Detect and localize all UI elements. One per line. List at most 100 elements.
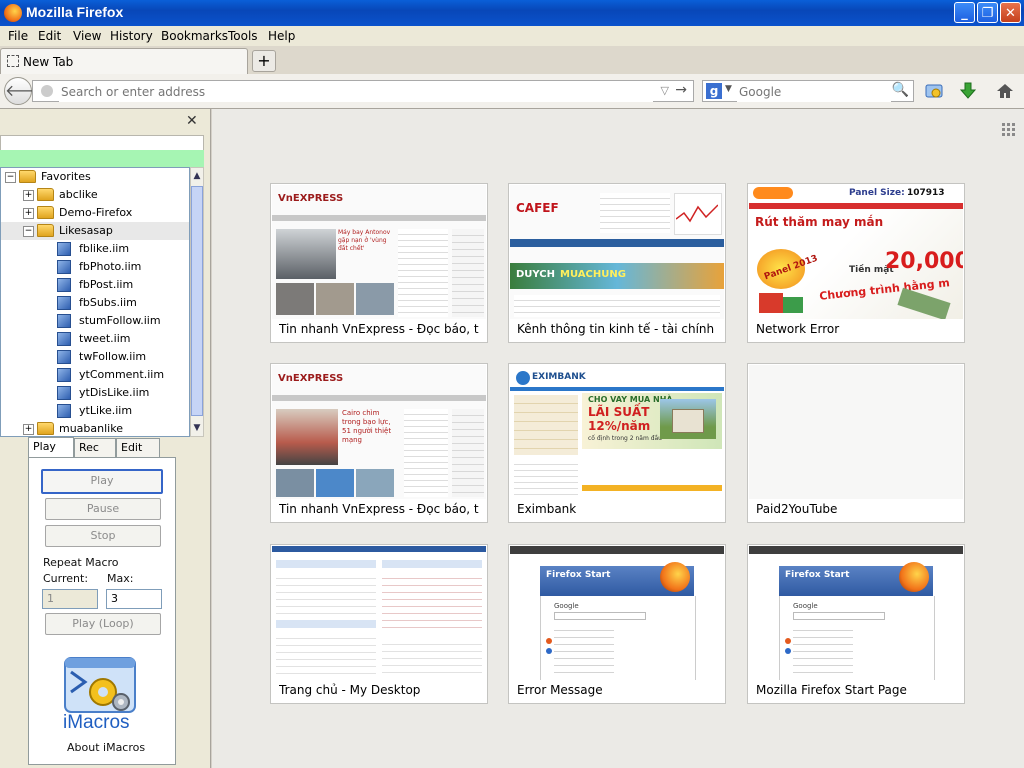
menu-history[interactable]: History: [110, 29, 153, 43]
minimize-button[interactable]: _: [954, 2, 975, 23]
expand-icon[interactable]: +: [23, 208, 34, 219]
search-icon[interactable]: 🔍: [892, 82, 909, 98]
tile-firefox-start[interactable]: Firefox Start Google Mozilla Firefox Sta…: [747, 544, 965, 704]
tile-vnexpress-2[interactable]: VnEXPRESS Cairo chìm trong bạo lực, 51 n…: [270, 363, 488, 523]
play-loop-button[interactable]: Play (Loop): [45, 613, 161, 635]
tab-rec[interactable]: Rec: [74, 438, 116, 457]
tree-macro-file[interactable]: stumFollow.iim: [1, 312, 189, 330]
back-button[interactable]: 🡐: [4, 77, 48, 105]
tree-macro-file[interactable]: twFollow.iim: [1, 348, 189, 366]
imacros-sidebar: ✕ − Favorites + abclike + Demo-Firefox − Likesa…: [0, 109, 211, 768]
tile-thumbnail: [749, 365, 963, 499]
imacros-toolbar-icon[interactable]: [924, 82, 944, 100]
tree-macro-file[interactable]: fbPost.iim: [1, 276, 189, 294]
tree-macro-file[interactable]: tweet.iim: [1, 330, 189, 348]
tree-macro-file[interactable]: ytComment.iim: [1, 366, 189, 384]
tree-macro-file[interactable]: fbSubs.iim: [1, 294, 189, 312]
max-field[interactable]: 3: [106, 589, 162, 609]
scroll-down-arrow[interactable]: ▼: [191, 420, 203, 436]
menu-help[interactable]: Help: [268, 29, 295, 43]
thumb-logo: VnEXPRESS: [278, 373, 344, 384]
expand-icon[interactable]: +: [23, 424, 34, 435]
search-input[interactable]: [737, 82, 891, 102]
grid-toggle-icon[interactable]: [1002, 123, 1016, 137]
macro-file-icon: [57, 314, 71, 328]
macro-tree: − Favorites + abclike + Demo-Firefox − Likesasa…: [0, 167, 190, 437]
stop-button[interactable]: Stop: [45, 525, 161, 547]
new-tab-button[interactable]: +: [252, 50, 276, 72]
menu-file[interactable]: File: [8, 29, 28, 43]
macro-file-icon: [57, 260, 71, 274]
thumb-promo-title: Rút thăm may mắn: [755, 215, 884, 229]
expand-icon[interactable]: +: [23, 190, 34, 201]
menu-edit[interactable]: Edit: [38, 29, 61, 43]
collapse-icon[interactable]: −: [23, 226, 34, 237]
scroll-up-arrow[interactable]: ▲: [191, 168, 203, 184]
macro-file-icon: [57, 404, 71, 418]
max-label: Max:: [107, 572, 134, 585]
scroll-thumb[interactable]: [191, 186, 203, 416]
url-bar[interactable]: ▽ →: [32, 80, 694, 102]
tree-folder[interactable]: − Likesasap: [1, 222, 189, 240]
engine-dropdown-icon[interactable]: ▼: [725, 84, 732, 94]
tile-thumbnail: Panel Size: 107913 Rút thăm may mắn Pane…: [749, 185, 963, 319]
play-button[interactable]: Play: [41, 469, 163, 494]
tree-macro-file[interactable]: ytDisLike.iim: [1, 384, 189, 402]
macro-file-icon: [57, 278, 71, 292]
firefox-logo-icon: [4, 4, 22, 22]
search-bar[interactable]: g ▼ 🔍: [702, 80, 914, 102]
go-arrow-icon[interactable]: →: [675, 82, 687, 98]
tree-macro-file[interactable]: ytLike.iim: [1, 402, 189, 420]
close-sidebar-icon[interactable]: ✕: [186, 113, 198, 129]
navigation-toolbar: 🡐 ▽ → g ▼ 🔍: [0, 74, 1024, 109]
tab-play[interactable]: Play: [28, 437, 74, 458]
history-dropdown-icon[interactable]: ▽: [661, 84, 669, 97]
blank-page-icon: [7, 55, 19, 67]
tree-item-label: Favorites: [41, 170, 91, 183]
about-imacros-link[interactable]: About iMacros: [67, 741, 145, 754]
thumb-panel-label: Panel Size:: [849, 188, 905, 198]
tree-folder[interactable]: + Demo-Firefox: [1, 204, 189, 222]
tile-paid2youtube[interactable]: Paid2YouTube: [747, 363, 965, 523]
sidebar-status-row: [0, 150, 204, 167]
tree-folder[interactable]: − Favorites: [1, 168, 189, 186]
pause-button[interactable]: Pause: [45, 498, 161, 520]
tree-item-label: fbPost.iim: [79, 278, 134, 291]
macro-file-icon: [57, 350, 71, 364]
thumb-rate-value: 12%/năm: [588, 419, 651, 433]
folder-icon: [37, 224, 54, 237]
globe-icon: [41, 85, 53, 97]
tree-item-label: ytComment.iim: [79, 368, 165, 381]
menu-bar: File Edit View History Bookmarks Tools H…: [0, 26, 1024, 46]
tile-vnexpress-1[interactable]: VnEXPRESS Máy bay Antonov gặp nạn ở 'vùn…: [270, 183, 488, 343]
folder-icon: [37, 422, 54, 435]
tree-scrollbar[interactable]: ▲ ▼: [190, 167, 204, 437]
url-input[interactable]: [59, 82, 653, 102]
tile-eximbank[interactable]: EXIMBANK CHO VAY MUA NHÀ LÃI SUẤT 12%/nă…: [508, 363, 726, 523]
imacros-logo-text: iMacros: [63, 712, 130, 733]
macro-file-icon: [57, 332, 71, 346]
home-icon[interactable]: [995, 82, 1015, 100]
maximize-button[interactable]: ❐: [977, 2, 998, 23]
tab-edit[interactable]: Edit: [116, 438, 160, 457]
menu-bookmarks[interactable]: Bookmarks: [161, 29, 228, 43]
menu-tools[interactable]: Tools: [228, 29, 258, 43]
tile-my-desktop[interactable]: Trang chủ - My Desktop: [270, 544, 488, 704]
tile-error-message[interactable]: Firefox Start Google Error Message: [508, 544, 726, 704]
close-window-button[interactable]: ✕: [1000, 2, 1021, 23]
tree-item-label: abclike: [59, 188, 98, 201]
tree-macro-file[interactable]: fbPhoto.iim: [1, 258, 189, 276]
google-logo-icon[interactable]: g: [706, 83, 722, 99]
tree-macro-file[interactable]: fblike.iim: [1, 240, 189, 258]
tree-folder[interactable]: + muabanlike: [1, 420, 189, 436]
collapse-icon[interactable]: −: [5, 172, 16, 183]
macro-file-icon: [57, 296, 71, 310]
menu-view[interactable]: View: [73, 29, 101, 43]
download-icon[interactable]: [958, 82, 978, 100]
tab-new-tab[interactable]: New Tab: [0, 48, 248, 74]
tree-item-label: fbPhoto.iim: [79, 260, 142, 273]
tile-cafef[interactable]: CAFEF DUYCH MUACHUNG Kênh thông tin kinh…: [508, 183, 726, 343]
tile-network-error[interactable]: Panel Size: 107913 Rút thăm may mắn Pane…: [747, 183, 965, 343]
tree-folder[interactable]: + abclike: [1, 186, 189, 204]
tree-item-label: ytDisLike.iim: [79, 386, 150, 399]
